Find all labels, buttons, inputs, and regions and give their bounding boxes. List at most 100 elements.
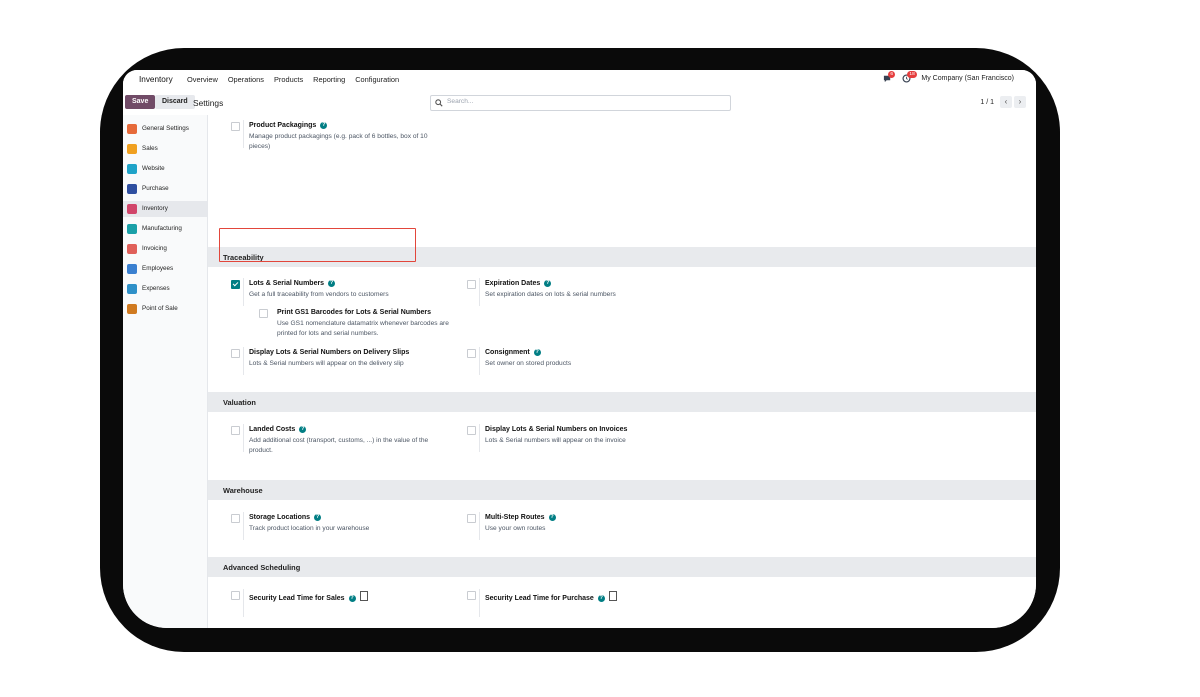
- help-icon[interactable]: ?: [328, 280, 336, 287]
- help-icon[interactable]: ?: [597, 595, 605, 602]
- sidebar-item-website[interactable]: Website: [123, 161, 207, 177]
- setting-title: Print GS1 Barcodes for Lots & Serial Num…: [277, 309, 431, 316]
- checkbox[interactable]: [259, 309, 268, 318]
- search-input[interactable]: Search...: [430, 95, 731, 111]
- sidebar-item-general-settings[interactable]: General Settings: [123, 121, 207, 137]
- checkbox[interactable]: [231, 426, 240, 435]
- divider: [243, 120, 244, 148]
- menu-reporting[interactable]: Reporting: [313, 75, 345, 84]
- menu-products[interactable]: Products: [274, 75, 303, 84]
- activity-clock-icon[interactable]: 18: [902, 71, 917, 83]
- setting-name: Consignment: [485, 349, 530, 356]
- setting-description: Use your own routes: [485, 525, 546, 532]
- sidebar-item-label: Sales: [142, 145, 158, 152]
- search-icon: [435, 99, 443, 107]
- messages-icon[interactable]: 6: [883, 71, 896, 83]
- sidebar-item-invoicing[interactable]: Invoicing: [123, 241, 207, 257]
- setting-title: Lots & Serial Numbers?: [249, 280, 336, 287]
- setting-description: Manage product packagings (e.g. pack of …: [249, 133, 428, 150]
- save-button[interactable]: Save: [125, 95, 156, 109]
- section-valuation: Valuation: [208, 392, 1036, 412]
- sidebar-item-purchase[interactable]: Purchase: [123, 181, 207, 197]
- general-settings-app-icon: [127, 124, 137, 134]
- discard-button[interactable]: Discard: [155, 95, 195, 109]
- checkbox[interactable]: [467, 591, 476, 600]
- setting-title: Display Lots & Serial Numbers on Invoice…: [485, 426, 627, 433]
- activity-badge: 18: [907, 71, 917, 78]
- setting-title: Storage Locations?: [249, 514, 322, 521]
- chevron-left-icon[interactable]: ‹: [1000, 96, 1012, 108]
- setting-description: Get a full traceability from vendors to …: [249, 291, 389, 298]
- setting-name: Security Lead Time for Purchase: [485, 595, 594, 602]
- divider: [243, 512, 244, 540]
- highlight-box: [219, 228, 416, 262]
- checkbox[interactable]: [231, 122, 240, 131]
- sidebar-item-label: Invoicing: [142, 245, 167, 252]
- setting-description: Lots & Serial numbers will appear on the…: [249, 360, 404, 367]
- checkbox[interactable]: [231, 280, 240, 289]
- checkbox[interactable]: [231, 591, 240, 600]
- purchase-app-icon: [127, 184, 137, 194]
- setting-name: Security Lead Time for Sales: [249, 595, 345, 602]
- settings-sidebar: General Settings Sales Website Purchase Inve…: [123, 115, 208, 628]
- setting-name: Landed Costs: [249, 426, 296, 433]
- help-icon[interactable]: ?: [299, 426, 307, 433]
- employees-app-icon: [127, 264, 137, 274]
- help-icon[interactable]: ?: [314, 514, 322, 521]
- search-placeholder: Search...: [447, 98, 474, 105]
- pager-value: 1 / 1: [980, 98, 994, 106]
- checkbox[interactable]: [467, 280, 476, 289]
- help-icon[interactable]: ?: [533, 349, 541, 356]
- menu-overview[interactable]: Overview: [187, 75, 218, 84]
- sidebar-item-expenses[interactable]: Expenses: [123, 281, 207, 297]
- section-warehouse: Warehouse: [208, 480, 1036, 500]
- sidebar-item-manufacturing[interactable]: Manufacturing: [123, 221, 207, 237]
- setting-name: Product Packagings: [249, 122, 317, 129]
- section-title: Advanced Scheduling: [223, 563, 301, 572]
- sidebar-item-label: Purchase: [142, 185, 169, 192]
- invoicing-app-icon: [127, 244, 137, 254]
- sidebar-item-point-of-sale[interactable]: Point of Sale: [123, 301, 207, 317]
- menu-configuration[interactable]: Configuration: [355, 75, 399, 84]
- sidebar-item-employees[interactable]: Employees: [123, 261, 207, 277]
- divider: [479, 347, 480, 375]
- setting-title: Product Packagings?: [249, 122, 328, 129]
- point-of-sale-app-icon: [127, 304, 137, 314]
- sidebar-item-label: Employees: [142, 265, 174, 272]
- sidebar-item-label: General Settings: [142, 125, 189, 132]
- menu-operations[interactable]: Operations: [228, 75, 264, 84]
- section-advanced-scheduling: Advanced Scheduling: [208, 557, 1036, 577]
- company-building-icon: [359, 591, 368, 601]
- checkbox[interactable]: [467, 426, 476, 435]
- messages-badge: 6: [888, 71, 896, 78]
- setting-name: Expiration Dates: [485, 280, 541, 287]
- chevron-right-icon[interactable]: ›: [1014, 96, 1026, 108]
- company-switcher[interactable]: My Company (San Francisco): [921, 75, 1014, 82]
- help-icon[interactable]: ?: [544, 280, 552, 287]
- main-menu: Overview Operations Products Reporting C…: [187, 75, 399, 84]
- section-title: Valuation: [223, 398, 256, 407]
- top-navbar: Inventory Overview Operations Products R…: [123, 70, 1036, 90]
- checkbox[interactable]: [231, 514, 240, 523]
- setting-title: Multi-Step Routes?: [485, 514, 556, 521]
- app-window: Inventory Overview Operations Products R…: [123, 70, 1036, 628]
- setting-title: Expiration Dates?: [485, 280, 552, 287]
- divider: [243, 589, 244, 617]
- sidebar-item-inventory[interactable]: Inventory: [123, 201, 207, 217]
- website-app-icon: [127, 164, 137, 174]
- help-icon[interactable]: ?: [320, 122, 328, 129]
- page-title: Settings: [193, 98, 224, 108]
- checkbox[interactable]: [231, 349, 240, 358]
- divider: [243, 424, 244, 452]
- inventory-app-icon: [127, 204, 137, 214]
- checkbox[interactable]: [467, 514, 476, 523]
- checkbox[interactable]: [467, 349, 476, 358]
- setting-name: Multi-Step Routes: [485, 514, 545, 521]
- sidebar-item-label: Expenses: [142, 285, 170, 292]
- app-name[interactable]: Inventory: [139, 75, 173, 84]
- sidebar-item-sales[interactable]: Sales: [123, 141, 207, 157]
- help-icon[interactable]: ?: [548, 514, 556, 521]
- divider: [243, 278, 244, 306]
- divider: [243, 347, 244, 375]
- help-icon[interactable]: ?: [348, 595, 356, 602]
